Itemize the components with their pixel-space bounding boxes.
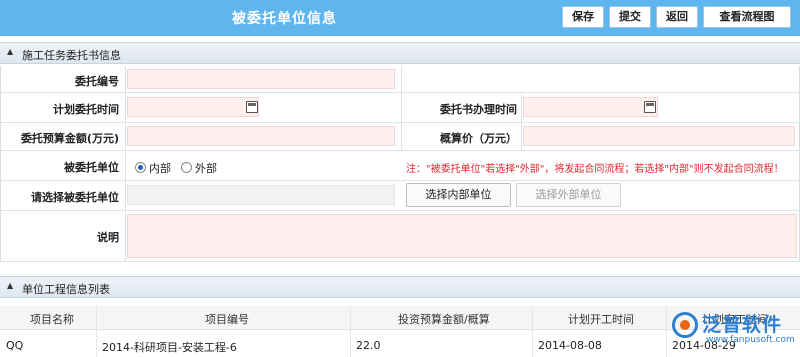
remark-label: 说明 (97, 231, 119, 244)
title-bar: 被委托单位信息 保存 提交 返回 查看流程图 (0, 0, 800, 36)
letter-time-input[interactable] (523, 97, 658, 117)
entrust-no-input[interactable] (127, 69, 395, 89)
letter-time-label: 委托书办理时间 (440, 103, 517, 116)
column-header: 项目名称 (30, 313, 74, 326)
collapse-arrow-icon[interactable]: ▲ (7, 281, 13, 290)
view-flowchart-button[interactable]: 查看流程图 (703, 6, 791, 28)
watermark-logo: 泛普软件 www.fanpusoft.com (672, 306, 800, 350)
select-internal-unit-button[interactable]: 选择内部单位 (406, 183, 511, 207)
unit-label: 被委托单位 (64, 161, 119, 174)
budget-input[interactable] (127, 126, 395, 146)
save-button[interactable]: 保存 (562, 6, 604, 28)
cell-project-no: 2014-科研项目-安装工程-6 (102, 341, 237, 354)
page-title: 被委托单位信息 (232, 11, 337, 27)
internal-radio-label: 内部 (149, 162, 171, 175)
cell-budget: 22.0 (356, 339, 381, 352)
brand-url: www.fanpusoft.com (706, 335, 795, 345)
plan-time-input[interactable] (127, 97, 259, 117)
external-radio[interactable] (181, 162, 192, 173)
column-header: 计划开工时间 (568, 313, 634, 326)
estimate-input[interactable] (523, 126, 795, 146)
cell-plan-start: 2014-08-08 (538, 339, 602, 352)
back-button[interactable]: 返回 (656, 6, 698, 28)
selected-unit-field[interactable] (127, 185, 395, 205)
internal-radio[interactable] (135, 162, 146, 173)
select-unit-label: 请选择被委托单位 (31, 191, 119, 204)
calendar-icon[interactable] (644, 101, 656, 113)
external-radio-label: 外部 (195, 162, 217, 175)
section-title: 施工任务委托书信息 (22, 49, 121, 62)
entrust-no-label: 委托编号 (75, 75, 119, 88)
brand-name: 泛普软件 (702, 314, 783, 336)
column-header: 项目编号 (205, 313, 249, 326)
select-external-unit-button[interactable]: 选择外部单位 (516, 183, 621, 207)
calendar-icon[interactable] (246, 101, 258, 113)
section-header-unit-projects[interactable]: ▲ 单位工程信息列表 (0, 276, 800, 298)
notice-text: 注："被委托单位"若选择"外部"，将发起合同流程；若选择"内部"则不发起合同流程… (406, 164, 784, 175)
brand-logo-icon (672, 312, 698, 338)
remark-textarea[interactable] (127, 214, 797, 258)
section-header-entrust[interactable]: ▲ 施工任务委托书信息 (0, 42, 800, 64)
section-title: 单位工程信息列表 (22, 283, 110, 296)
column-header: 投资预算金额/概算 (398, 313, 490, 326)
plan-time-label: 计划委托时间 (53, 103, 119, 116)
submit-button[interactable]: 提交 (609, 6, 651, 28)
entrust-form: 委托编号 计划委托时间 委托书办理时间 委托预算金额(万元) 概算价（万元） 被… (0, 66, 800, 262)
estimate-label: 概算价（万元） (440, 132, 517, 145)
cell-project-name: QQ (6, 339, 24, 352)
collapse-arrow-icon[interactable]: ▲ (7, 47, 13, 56)
budget-label: 委托预算金额(万元) (20, 132, 119, 145)
